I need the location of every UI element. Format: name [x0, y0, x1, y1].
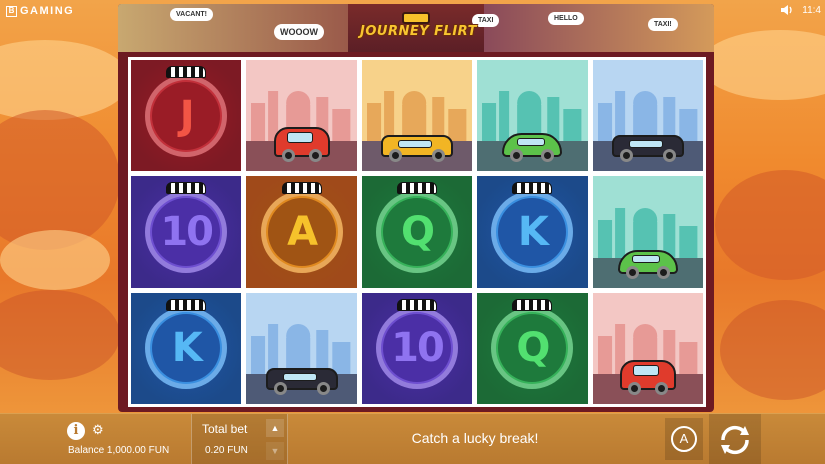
autoplay-icon: A: [671, 426, 697, 452]
spin-button[interactable]: [709, 414, 761, 464]
yellow-cab-icon: [380, 135, 453, 163]
symbol-ring: K: [145, 307, 228, 390]
settings-gear-icon[interactable]: ⚙: [92, 423, 106, 437]
symbol-core: J: [152, 81, 221, 150]
symbol-core: Q: [382, 197, 451, 266]
symbol-core: 10: [382, 314, 451, 383]
background-cloud: [720, 300, 825, 400]
background-cloud: [0, 110, 120, 250]
speech-bubble: VACANT!: [170, 8, 213, 21]
scene-skyline: [246, 316, 356, 376]
reel-symbol-k: K: [477, 176, 588, 288]
brand-logo: B GAMING: [6, 5, 74, 17]
symbol-core: Q: [498, 314, 567, 383]
symbol-core: K: [498, 197, 567, 266]
reel-symbol-10: 10: [131, 176, 242, 288]
background-cloud: [0, 230, 110, 290]
speech-bubble: TAXI!: [648, 18, 678, 31]
green-beetle-icon: [617, 249, 678, 279]
brand-mark: B: [6, 5, 17, 17]
total-bet-label: Total bet: [202, 422, 248, 436]
symbol-ring: J: [145, 74, 228, 157]
reel-frame: J 10 A Q K K 10 Q: [118, 52, 714, 412]
symbol-core: A: [267, 197, 336, 266]
symbol-glyph: Q: [516, 325, 550, 372]
symbol-core: 10: [152, 197, 221, 266]
symbol-ring: 10: [375, 307, 458, 390]
black-cab-icon: [611, 135, 684, 163]
speaker-icon[interactable]: [780, 4, 794, 16]
taxi-checker-icon: [166, 182, 207, 195]
symbol-ring: A: [260, 190, 343, 273]
reel-symbol-10: 10: [361, 292, 473, 404]
bottom-bar: i ⚙ Balance 1,000.00 FUN Total bet 0.20 …: [0, 413, 825, 464]
reel-symbol-black-cab: [246, 292, 357, 404]
scene-skyline: [593, 83, 703, 144]
reel-symbol-black-cab: [592, 60, 703, 172]
total-bet-panel: Total bet 0.20 FUN ▲ ▼: [191, 414, 288, 464]
brand-name: GAMING: [20, 5, 75, 17]
taxi-checker-icon: [512, 182, 553, 195]
reel-grid: J 10 A Q K K 10 Q: [128, 57, 706, 407]
autoplay-button[interactable]: A: [665, 418, 703, 460]
reel-symbol-green-beetle: [477, 60, 588, 172]
black-cab-icon: [265, 368, 338, 395]
symbol-glyph: 10: [391, 325, 445, 372]
symbol-glyph: 10: [160, 208, 214, 255]
background-cloud: [0, 40, 130, 120]
taxi-sign-icon: [402, 12, 430, 24]
bet-decrease-button[interactable]: ▼: [266, 442, 284, 460]
game-title: JOURNEY FLIRT: [360, 24, 477, 39]
speech-bubble: WOOOW: [274, 24, 324, 40]
reel-symbol-q: Q: [477, 292, 588, 404]
balance-currency: FUN: [148, 445, 170, 456]
reel-symbol-j: J: [131, 60, 242, 172]
taxi-checker-icon: [166, 298, 207, 311]
balance-display: Balance 1,000.00 FUN: [68, 445, 169, 456]
reel-symbol-k: K: [131, 292, 242, 404]
symbol-glyph: J: [179, 92, 195, 139]
tuk-tuk-icon: [619, 360, 676, 395]
symbol-glyph: K: [517, 208, 549, 255]
game-logo: JOURNEY FLIRT: [360, 12, 477, 52]
symbol-glyph: K: [171, 325, 203, 372]
symbol-ring: Q: [375, 190, 458, 273]
background-cloud: [0, 290, 120, 380]
background-cloud: [715, 170, 825, 280]
balance-value: 1,000.00: [106, 445, 146, 456]
scene-skyline: [362, 83, 472, 144]
spin-arrows-icon: [721, 425, 749, 454]
reel-symbol-green-beetle: [592, 176, 703, 288]
symbol-glyph: A: [287, 208, 318, 255]
reel-symbol-tuk-tuk: [592, 292, 703, 404]
speech-bubble: HELLO: [548, 12, 584, 25]
green-beetle-icon: [502, 133, 563, 163]
info-button[interactable]: i: [67, 422, 85, 440]
total-bet-value: 0.20 FUN: [205, 445, 248, 456]
top-right-controls: 11:4: [780, 4, 821, 16]
symbol-core: K: [152, 314, 221, 383]
reel-symbol-tuk-tuk: [246, 60, 357, 172]
symbol-ring: 10: [145, 190, 228, 273]
reel-symbol-yellow-cab: [361, 60, 473, 172]
status-message: Catch a lucky break!: [411, 430, 539, 446]
symbol-ring: Q: [491, 307, 574, 390]
symbol-ring: K: [491, 190, 574, 273]
game-header: VACANT! WOOOW TAXI HELLO TAXI! JOURNEY F…: [118, 4, 714, 54]
symbol-glyph: Q: [400, 208, 435, 255]
tuk-tuk-icon: [273, 127, 330, 163]
taxi-checker-icon: [396, 298, 437, 311]
reel-symbol-q: Q: [361, 176, 473, 288]
header-scene-right: [484, 4, 714, 54]
taxi-checker-icon: [396, 182, 437, 195]
taxi-checker-icon: [512, 298, 553, 311]
background-cloud: [700, 30, 825, 100]
taxi-checker-icon: [166, 66, 207, 78]
bet-increase-button[interactable]: ▲: [266, 419, 284, 437]
balance-label: Balance: [68, 445, 105, 456]
taxi-checker-icon: [281, 182, 322, 195]
reel-symbol-a: A: [246, 176, 357, 288]
clock-time: 11:4: [802, 4, 821, 16]
